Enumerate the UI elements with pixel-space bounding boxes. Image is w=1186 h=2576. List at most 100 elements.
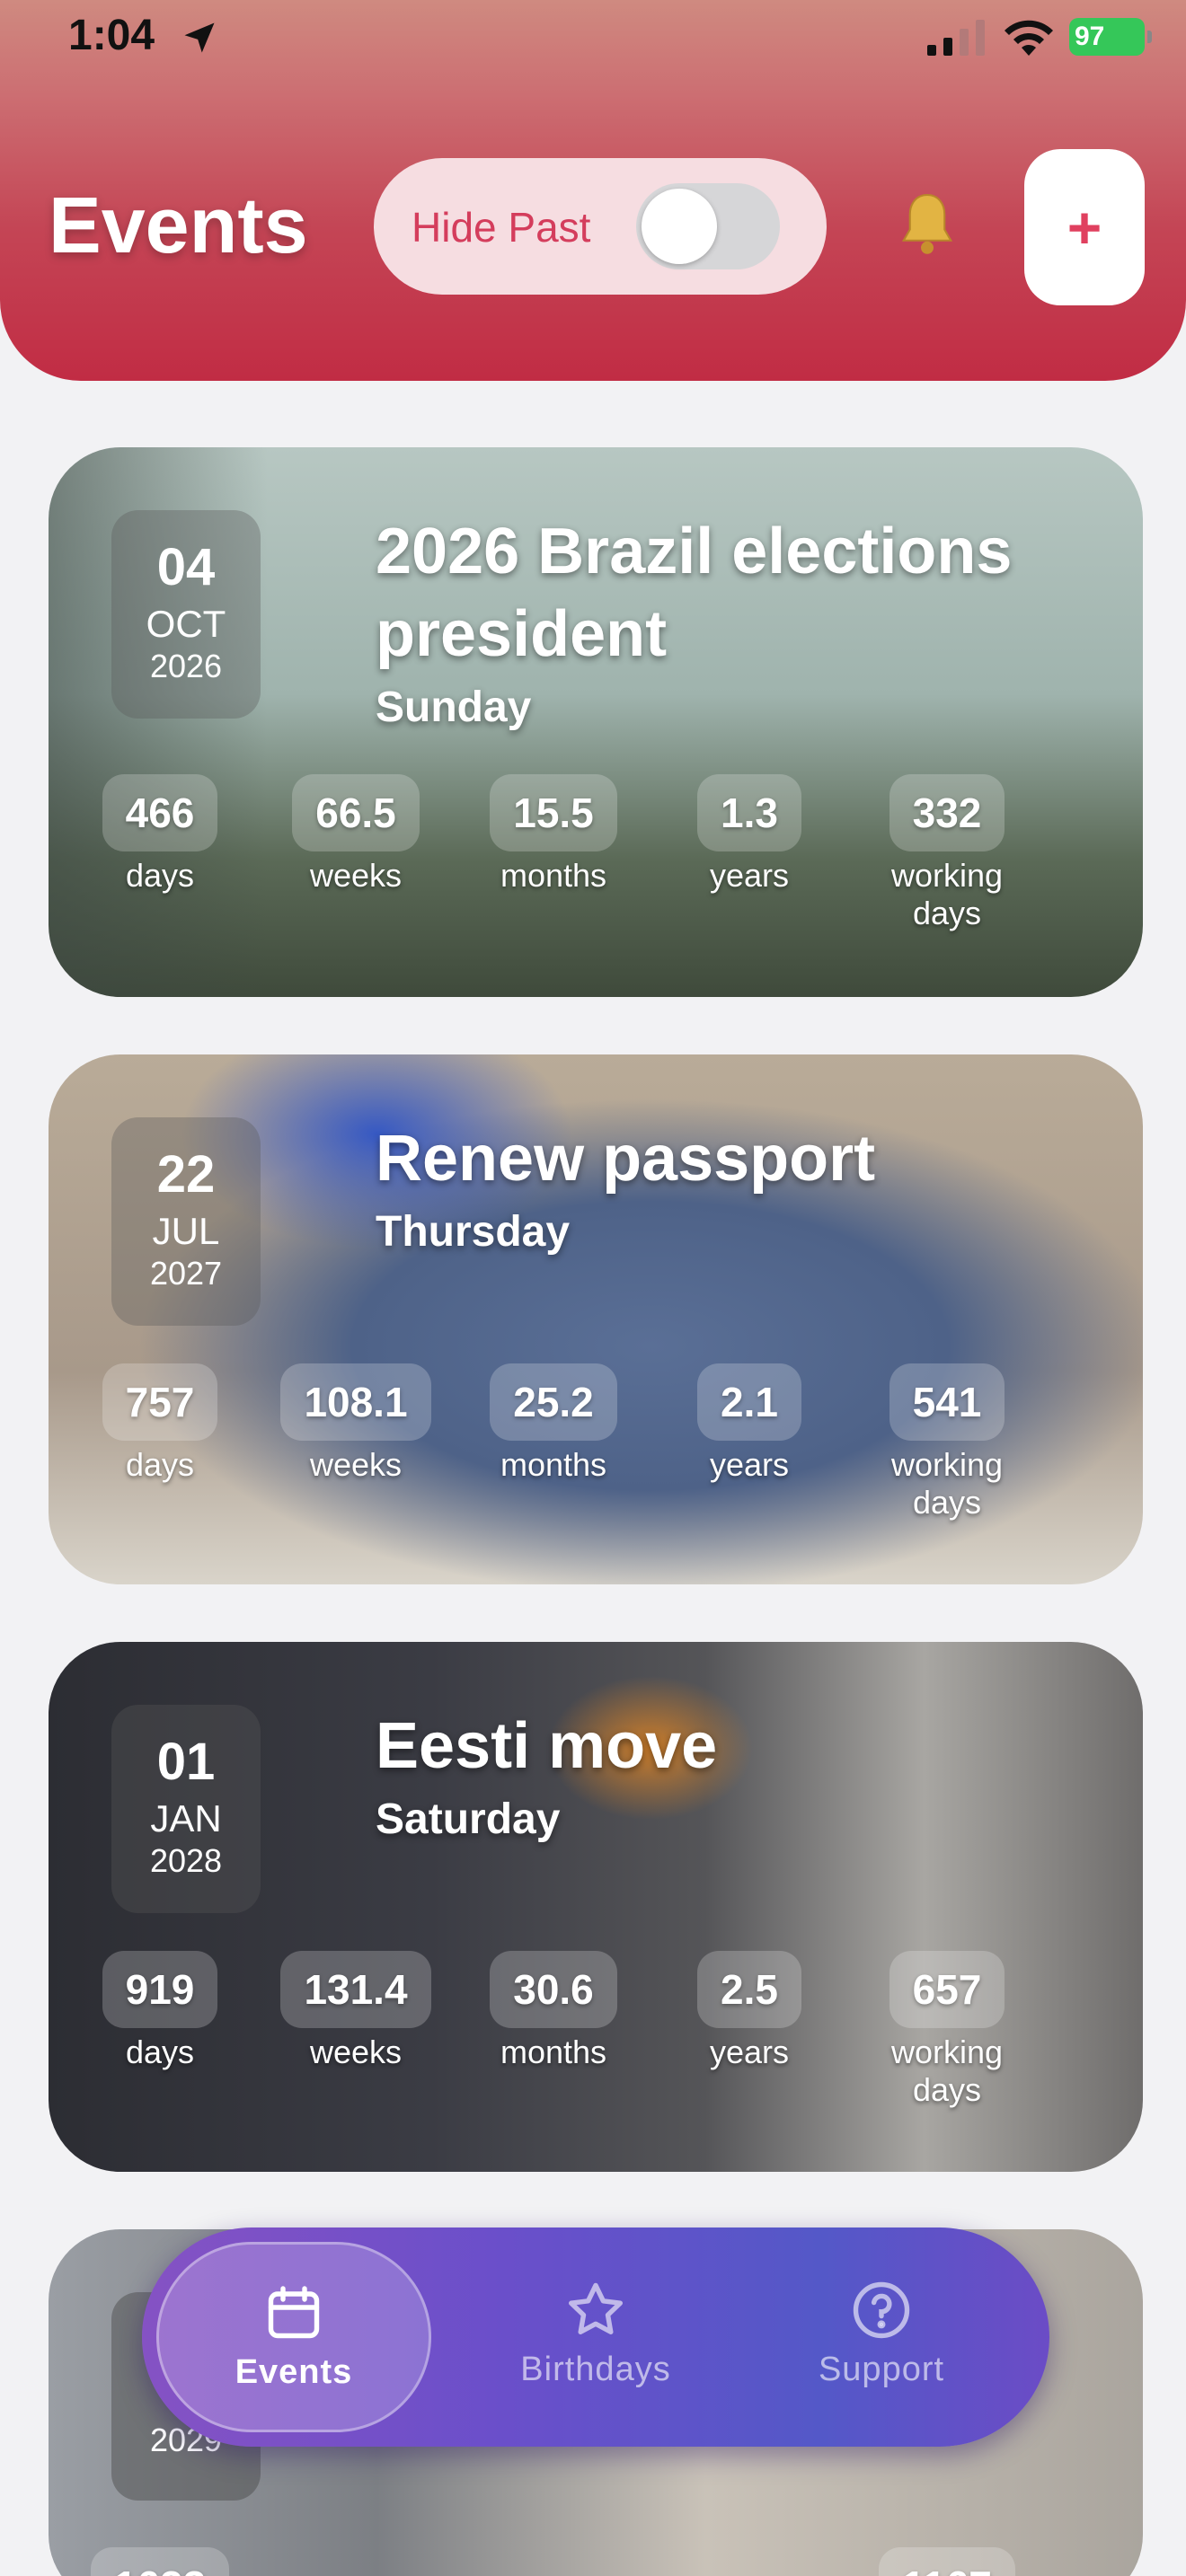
date-day: 22 <box>156 1145 216 1204</box>
stat-value: 919 <box>102 1951 218 2028</box>
date-month: JUL <box>152 1210 220 1252</box>
stat-label: working days <box>857 2033 1037 2109</box>
tab-label: Events <box>235 2353 353 2391</box>
stat-label-line: days <box>912 1484 982 1521</box>
stat-label-line: working <box>890 857 1004 894</box>
stat-label: weeks <box>309 857 403 894</box>
stat-months: 15.5 months <box>464 774 643 895</box>
stat-value: 466 <box>102 774 218 851</box>
stat-value: 25.2 <box>490 1363 617 1441</box>
tab-label: Birthdays <box>520 2351 671 2388</box>
stat-label: working days <box>857 857 1037 932</box>
tab-support[interactable]: Support <box>744 2242 1019 2432</box>
header: 1:04 97 Events Hide Past + <box>0 0 1186 381</box>
add-event-button[interactable]: + <box>1024 149 1145 305</box>
stat-days: 919 days <box>70 1951 250 2071</box>
date-day: 01 <box>156 1733 216 1791</box>
event-card[interactable]: 01 JAN 2028 Eesti move Saturday 919 days… <box>49 1642 1143 2172</box>
event-title: Eesti move <box>376 1710 718 1782</box>
event-weekday: Sunday <box>376 684 532 731</box>
stat-months: 25.2 months <box>464 1363 643 1484</box>
status-bar: 1:04 97 <box>0 0 1186 75</box>
stat-value: 1167 <box>879 2547 1015 2576</box>
bell-icon-glyph <box>901 193 953 254</box>
stat-weeks: 66.5 weeks <box>266 774 446 895</box>
stat-value: 332 <box>889 774 1005 851</box>
stat-value: 657 <box>889 1951 1005 2028</box>
stat-label-line: days <box>912 895 982 931</box>
event-card[interactable]: 04 OCT 2026 2026 Brazil elections presid… <box>49 447 1143 997</box>
stat-label: months <box>500 1446 607 1483</box>
stat-value: 2.1 <box>697 1363 801 1441</box>
hide-past-toggle[interactable] <box>636 183 780 269</box>
stat-months: 30.6 months <box>464 1951 643 2071</box>
stat-days: 1633 <box>70 2547 250 2576</box>
cellular-signal-icon <box>927 20 985 56</box>
bell-icon[interactable] <box>890 189 965 264</box>
stat-value: 1.3 <box>697 774 801 851</box>
event-weekday: Saturday <box>376 1795 561 1843</box>
stat-label-line: working <box>890 2033 1004 2070</box>
hide-past-control[interactable]: Hide Past <box>374 158 827 295</box>
stat-working-days: 332 working days <box>857 774 1037 932</box>
date-day: 04 <box>156 538 216 596</box>
page-title: Events <box>49 181 308 269</box>
tab-birthdays[interactable]: Birthdays <box>458 2242 733 2432</box>
stat-label: years <box>709 2033 790 2070</box>
date-month: OCT <box>146 603 226 645</box>
stat-years: 1.3 years <box>659 774 839 895</box>
stat-value: 131.4 <box>280 1951 431 2028</box>
stat-label: days <box>125 2033 195 2070</box>
stat-label: working days <box>857 1446 1037 1522</box>
stat-label: years <box>709 857 790 894</box>
stat-label: days <box>125 1446 195 1483</box>
stat-label-line: working <box>890 1446 1004 1483</box>
date-year: 2026 <box>149 648 223 684</box>
stat-value: 15.5 <box>490 774 617 851</box>
stat-working-days: 657 working days <box>857 1951 1037 2109</box>
stat-value: 66.5 <box>292 774 420 851</box>
battery-indicator: 97 <box>1069 18 1152 56</box>
date-badge: 22 JUL 2027 <box>111 1117 261 1326</box>
stat-label: weeks <box>309 1446 403 1483</box>
stat-years: 2.5 years <box>659 1951 839 2071</box>
tab-bar: Events Birthdays Support <box>142 2228 1049 2447</box>
battery-level: 97 <box>1075 22 1105 51</box>
stat-label-line: days <box>912 2071 982 2108</box>
event-title: Renew passport <box>376 1123 876 1195</box>
tab-events[interactable]: Events <box>156 2242 431 2432</box>
star-icon <box>569 2282 623 2334</box>
calendar-icon <box>268 2286 320 2339</box>
stat-working-days: 541 working days <box>857 1363 1037 1522</box>
date-year: 2027 <box>149 1255 223 1292</box>
event-title: 2026 Brazil elections president <box>376 510 1012 675</box>
stat-value: 30.6 <box>490 1951 617 2028</box>
stat-weeks: 131.4 weeks <box>266 1951 446 2071</box>
stat-value: 2.5 <box>697 1951 801 2028</box>
date-badge: 04 OCT 2026 <box>111 510 261 719</box>
stat-value: 757 <box>102 1363 218 1441</box>
stat-label: weeks <box>309 2033 403 2070</box>
stat-years: 2.1 years <box>659 1363 839 1484</box>
hide-past-label: Hide Past <box>412 204 591 251</box>
toggle-knob <box>642 189 717 264</box>
stat-label: years <box>709 1446 790 1483</box>
stat-days: 757 days <box>70 1363 250 1484</box>
event-title-line: 2026 Brazil elections <box>376 516 1013 587</box>
date-year: 2028 <box>149 1842 223 1879</box>
stat-value: 1633 <box>90 2547 230 2576</box>
stat-working-days: 1167 <box>857 2547 1037 2576</box>
stat-label: days <box>125 857 195 894</box>
stat-days: 466 days <box>70 774 250 895</box>
event-card[interactable]: 22 JUL 2027 Renew passport Thursday 757 … <box>49 1054 1143 1584</box>
event-title-line: president <box>376 598 668 670</box>
wifi-icon <box>1005 20 1053 56</box>
status-time: 1:04 <box>68 12 155 59</box>
stat-value: 541 <box>889 1363 1005 1441</box>
stat-label: months <box>500 2033 607 2070</box>
stat-label: months <box>500 857 607 894</box>
stat-value: 108.1 <box>280 1363 431 1441</box>
help-icon <box>853 2281 910 2339</box>
tab-label: Support <box>818 2351 945 2388</box>
location-arrow-icon <box>184 22 215 53</box>
